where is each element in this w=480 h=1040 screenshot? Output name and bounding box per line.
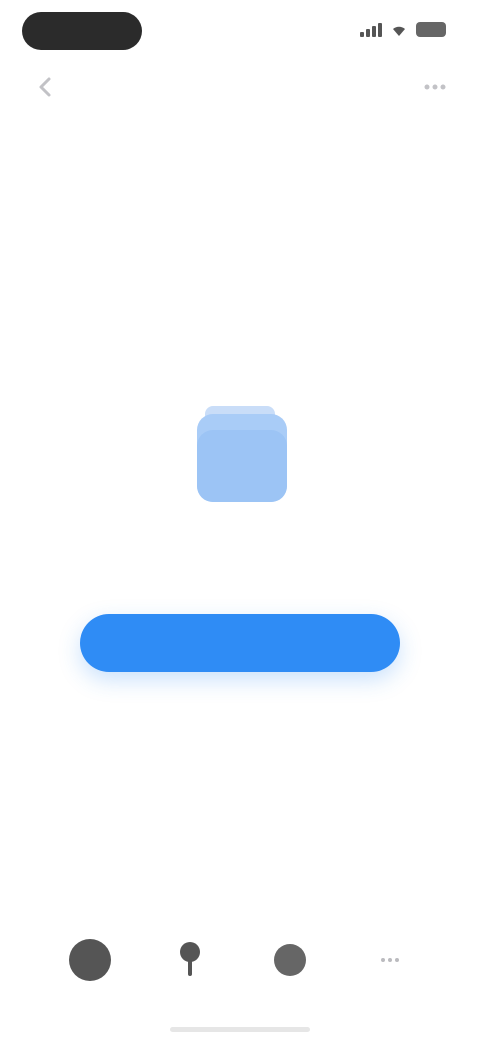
home-indicator xyxy=(170,1027,310,1032)
tab-profile[interactable] xyxy=(58,928,122,992)
tab-pin[interactable] xyxy=(158,928,222,992)
pin-icon xyxy=(180,942,200,976)
chevron-left-icon[interactable] xyxy=(30,72,60,102)
top-navigation xyxy=(0,66,480,106)
more-icon[interactable] xyxy=(420,72,450,102)
profile-icon xyxy=(69,939,111,981)
empty-state xyxy=(0,390,480,672)
tab-more[interactable] xyxy=(358,928,422,992)
battery-icon xyxy=(416,22,446,37)
empty-state-subtitle xyxy=(80,556,400,576)
folder-icon xyxy=(175,390,305,510)
primary-action-button[interactable] xyxy=(80,614,400,672)
circle-icon xyxy=(274,944,306,976)
dynamic-island xyxy=(22,12,142,50)
tab-bar xyxy=(0,920,480,1000)
tab-circle[interactable] xyxy=(258,928,322,992)
status-bar xyxy=(0,0,480,64)
status-icons xyxy=(360,22,446,37)
wifi-icon xyxy=(393,26,405,36)
more-icon xyxy=(381,958,399,962)
signal-icon xyxy=(360,22,382,37)
